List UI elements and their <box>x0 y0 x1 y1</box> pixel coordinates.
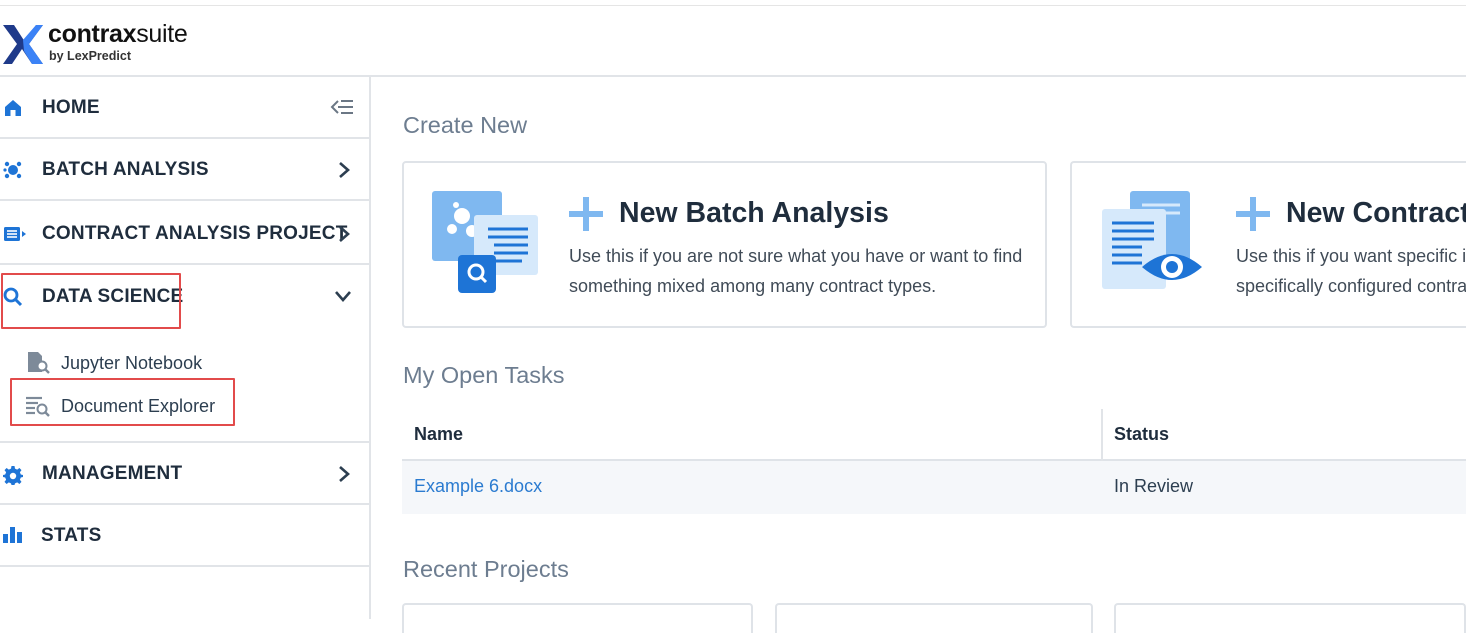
sidebar-item-label: MANAGEMENT <box>42 463 183 484</box>
table-header: Name Status <box>402 409 1466 461</box>
sidebar-item-batch-analysis[interactable]: BATCH ANALYSIS <box>0 139 370 201</box>
plus-icon <box>569 197 603 231</box>
gear-icon <box>3 466 23 485</box>
new-contract-card[interactable]: New Contract Use this if you want specif… <box>1070 161 1466 328</box>
collapse-sidebar-icon[interactable] <box>330 98 354 116</box>
main-content: Create New New Batch Analysis Use this i… <box>373 79 1466 633</box>
sidebar-divider <box>0 565 370 567</box>
plus-icon <box>1236 197 1270 231</box>
sidebar-subitem-label: Jupyter Notebook <box>61 353 203 373</box>
sidebar-item-home[interactable]: HOME <box>0 77 370 139</box>
chevron-right-icon <box>339 162 350 178</box>
notebook-search-icon <box>28 352 50 374</box>
recent-project-card[interactable] <box>1114 603 1466 633</box>
card-title: New Batch Analysis <box>619 197 889 229</box>
column-separator <box>1101 409 1103 461</box>
column-header-status[interactable]: Status <box>1114 424 1169 445</box>
brand-subtitle: by LexPredict <box>49 49 131 63</box>
recent-project-card[interactable] <box>402 603 753 633</box>
bar-chart-icon <box>3 527 22 543</box>
chevron-right-icon <box>339 466 350 482</box>
sidebar-item-stats[interactable]: STATS <box>0 505 370 567</box>
brand-name: contraxsuite <box>48 20 188 48</box>
sidebar-item-label: STATS <box>41 525 102 546</box>
my-open-tasks-title: My Open Tasks <box>403 362 565 388</box>
sidebar-item-management[interactable]: MANAGEMENT <box>0 443 370 505</box>
card-description: Use this if you want specific i specific… <box>1236 246 1466 296</box>
column-header-name[interactable]: Name <box>414 424 463 445</box>
task-status: In Review <box>1114 476 1194 496</box>
contract-review-illustration-icon <box>1102 191 1202 289</box>
highlight-box-data-science <box>1 273 181 329</box>
card-title: New Contract <box>1286 197 1466 229</box>
sidebar: HOME BATCH ANALYSIS CONTRACT ANALYSIS PR… <box>0 77 371 619</box>
contraxsuite-logo[interactable]: contraxsuite by LexPredict <box>3 20 213 68</box>
contraxsuite-logo-mark-icon <box>3 25 43 64</box>
create-new-title: Create New <box>403 112 528 138</box>
sidebar-subitem-jupyter-notebook[interactable]: Jupyter Notebook <box>0 343 370 383</box>
chevron-right-icon <box>339 226 350 242</box>
sidebar-item-label: HOME <box>42 97 100 118</box>
app-header: contraxsuite by LexPredict <box>0 6 1466 77</box>
sidebar-item-label: CONTRACT ANALYSIS PROJECT <box>42 223 348 244</box>
task-name-link[interactable]: Example 6.docx <box>414 476 542 497</box>
batch-analysis-illustration-icon <box>432 191 538 293</box>
table-row[interactable]: Example 6.docx In Review <box>402 461 1466 514</box>
new-batch-analysis-card[interactable]: New Batch Analysis Use this if you are n… <box>402 161 1047 328</box>
sidebar-item-contract-analysis-project[interactable]: CONTRACT ANALYSIS PROJECT <box>0 201 370 265</box>
home-icon <box>5 100 21 116</box>
sidebar-item-label: BATCH ANALYSIS <box>42 159 209 180</box>
highlight-box-document-explorer <box>10 378 235 426</box>
recent-project-card[interactable] <box>775 603 1093 633</box>
batch-analysis-icon <box>3 161 22 179</box>
contract-project-icon <box>4 227 26 241</box>
chevron-down-icon <box>335 291 351 302</box>
card-description: Use this if you are not sure what you ha… <box>569 246 1023 296</box>
recent-projects-title: Recent Projects <box>403 556 569 582</box>
